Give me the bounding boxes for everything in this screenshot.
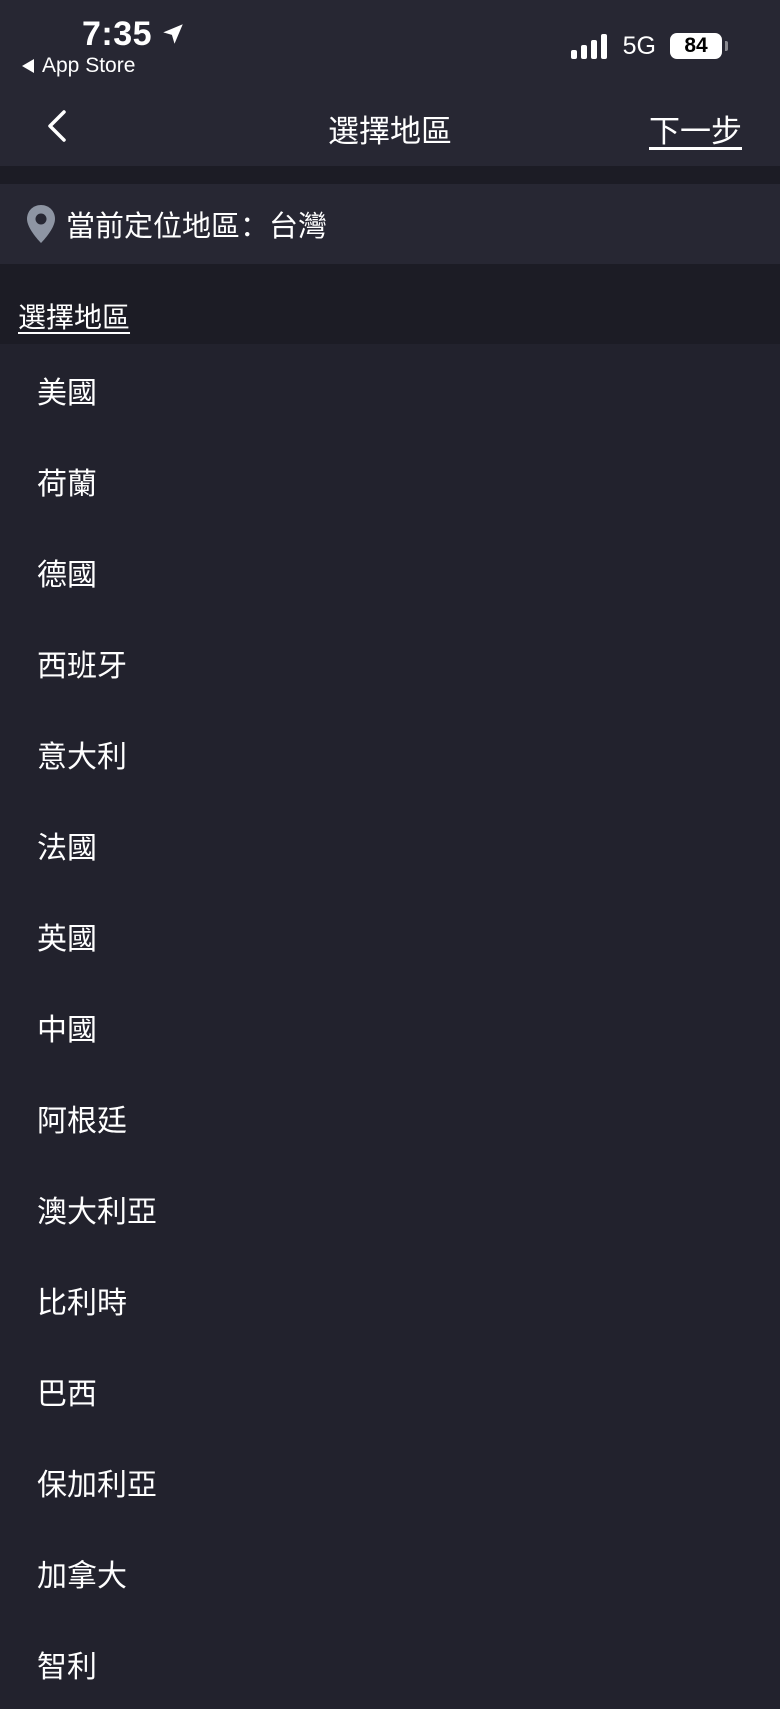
back-to-app-link[interactable]: App Store xyxy=(22,54,135,78)
region-item[interactable]: 法國 xyxy=(0,799,780,890)
back-app-label: App Store xyxy=(42,54,136,77)
back-triangle-icon xyxy=(22,59,34,73)
region-item[interactable]: 比利時 xyxy=(0,1254,780,1345)
status-time-group: 7:35 xyxy=(82,12,186,56)
region-item[interactable]: 意大利 xyxy=(0,708,780,799)
region-item[interactable]: 加拿大 xyxy=(0,1527,780,1618)
region-item[interactable]: 荷蘭 xyxy=(0,435,780,526)
cellular-signal-icon xyxy=(570,33,611,59)
region-item[interactable]: 中國 xyxy=(0,981,780,1072)
current-location-text: 當前定位地區：台灣 xyxy=(66,209,328,243)
region-item[interactable]: 阿根廷 xyxy=(0,1072,780,1163)
region-item[interactable]: 德國 xyxy=(0,526,780,617)
next-step-button[interactable]: 下一步 xyxy=(649,106,742,151)
region-item[interactable]: 巴西 xyxy=(0,1345,780,1436)
region-item[interactable]: 英國 xyxy=(0,890,780,981)
location-arrow-icon xyxy=(163,24,183,44)
battery-cap xyxy=(725,41,728,51)
location-pin-icon xyxy=(27,205,55,243)
region-list: 美國 荷蘭 德國 西班牙 意大利 法國 英國 中國 阿根廷 澳大利亞 比利時 巴… xyxy=(0,344,780,1709)
status-indicators: 5G 84 xyxy=(570,30,728,62)
battery-icon: 84 xyxy=(670,33,728,59)
status-time: 7:35 xyxy=(82,14,153,53)
region-item[interactable]: 美國 xyxy=(0,344,780,435)
section-header: 選擇地區 xyxy=(0,264,780,344)
current-location-row[interactable]: 當前定位地區：台灣 xyxy=(0,184,780,264)
region-item[interactable]: 智利 xyxy=(0,1618,780,1709)
divider xyxy=(0,166,780,184)
navigation-bar: 選擇地區 下一步 xyxy=(0,88,780,166)
section-header-label: 選擇地區 xyxy=(18,301,131,334)
battery-level: 84 xyxy=(684,34,708,57)
region-item[interactable]: 西班牙 xyxy=(0,617,780,708)
network-type: 5G xyxy=(622,31,656,60)
region-item[interactable]: 保加利亞 xyxy=(0,1436,780,1527)
status-bar: 7:35 App Store 5G 84 xyxy=(0,0,780,88)
region-item[interactable]: 澳大利亞 xyxy=(0,1163,780,1254)
